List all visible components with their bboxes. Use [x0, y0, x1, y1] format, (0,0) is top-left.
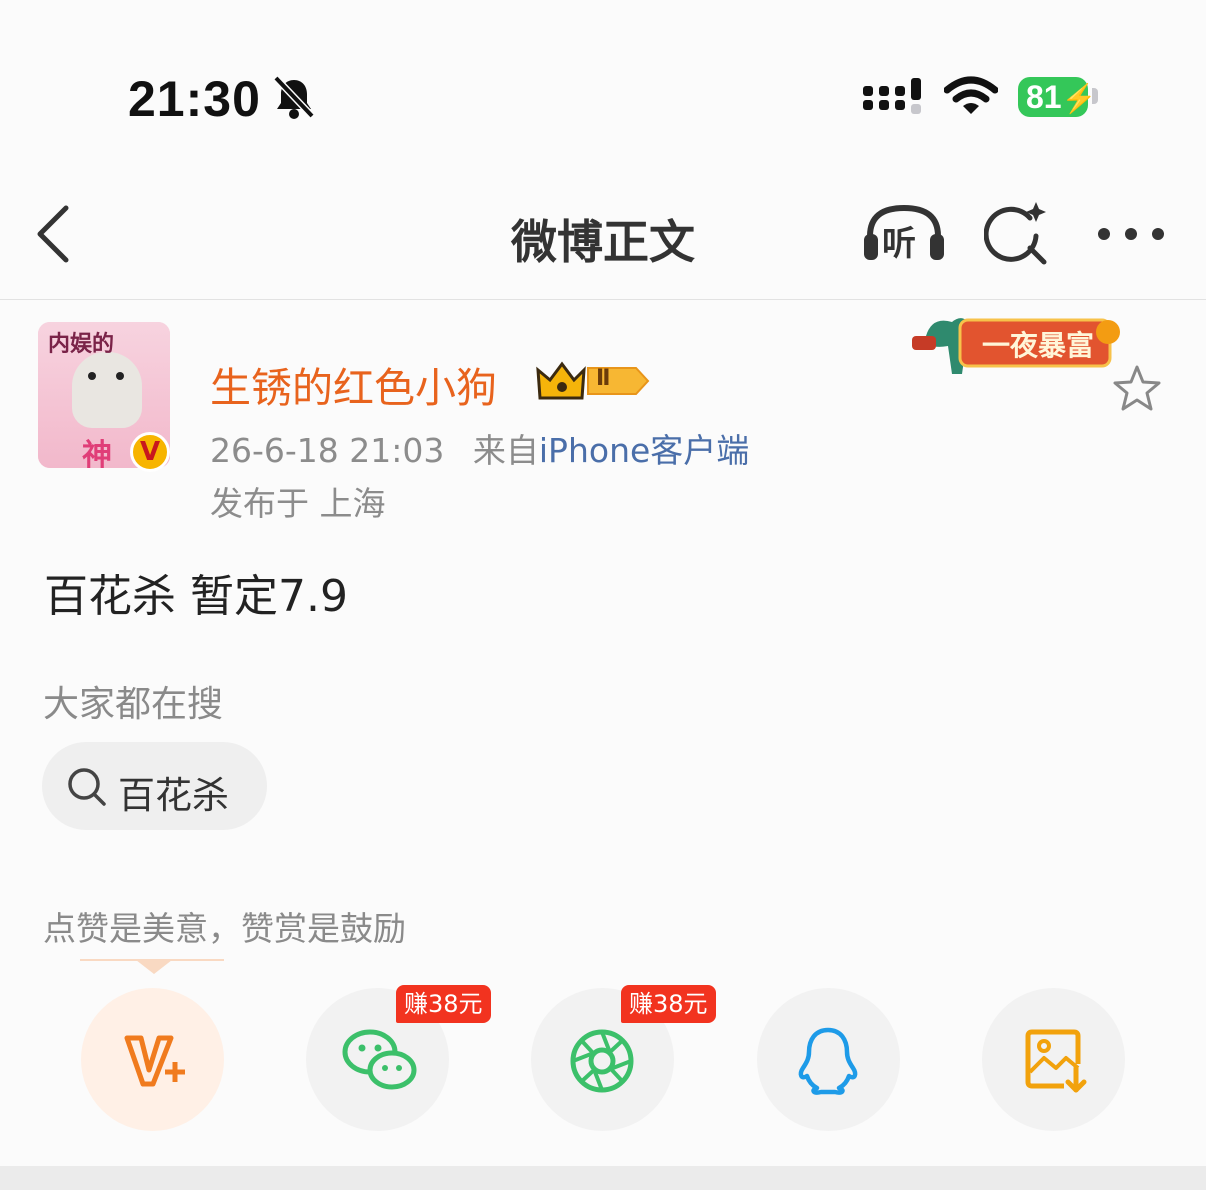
nav-divider [0, 299, 1206, 300]
battery-level: 81⚡ [1018, 77, 1096, 117]
vplus-reward-icon [124, 1035, 185, 1087]
status-time: 21:30 [128, 71, 261, 127]
avatar-eye-right [116, 372, 124, 380]
bell-slash-icon [273, 75, 315, 119]
avatar-text-top: 内娱的 [48, 332, 115, 357]
listen-label: 听 [882, 224, 916, 264]
fortune-banner: 一夜暴富 [912, 306, 1126, 378]
save-image-icon [1025, 1029, 1087, 1093]
signal-icon [863, 78, 921, 114]
wifi-icon [944, 76, 998, 114]
reward-tip: 点赞是美意，赞赏是鼓励 [43, 909, 406, 948]
post-source-link[interactable]: iPhone客户端 [539, 431, 749, 470]
avatar-eye-left [88, 372, 96, 380]
battery-cap [1092, 88, 1098, 104]
post-text: 百花杀 暂定7.9 [44, 571, 348, 622]
moments-earn-badge: 赚38元 [621, 985, 716, 1023]
banner-text: 一夜暴富 [982, 329, 1095, 362]
post-meta: 26-6-18 21:03 来自iPhone客户端 [210, 424, 749, 472]
post-date: 26-6-18 21:03 [210, 431, 445, 470]
qq-share-button[interactable] [757, 988, 900, 1131]
search-icon [68, 768, 106, 806]
vplus-reward-button[interactable] [81, 988, 224, 1131]
listen-button[interactable]: 听 [862, 200, 946, 264]
more-dots-icon[interactable] [1096, 224, 1166, 244]
wechat-moments-icon [570, 1029, 634, 1093]
qq-icon [798, 1027, 858, 1095]
bottom-separator [0, 1166, 1206, 1190]
ai-search-icon[interactable] [984, 200, 1050, 266]
avatar-text-bottom: 神 [82, 438, 112, 468]
author-name[interactable]: 生锈的红色小狗 [210, 354, 497, 414]
source-prefix: 来自 [472, 431, 539, 470]
trending-search-label: 大家都在搜 [43, 684, 224, 725]
post-location: 发布于 上海 [210, 484, 386, 523]
verified-badge: V [130, 432, 170, 472]
tip-pointer [136, 960, 172, 974]
search-chip-label[interactable]: 百花杀 [118, 765, 229, 819]
wechat-earn-badge: 赚38元 [396, 985, 491, 1023]
crown-icon [536, 361, 650, 400]
save-image-button[interactable] [982, 988, 1125, 1131]
level-badge-text: Ⅱ [596, 366, 611, 391]
member-level-badge[interactable]: Ⅱ [536, 360, 652, 402]
wechat-icon [342, 1029, 417, 1090]
favorite-star-icon[interactable] [1112, 364, 1162, 412]
avatar-animal [72, 352, 142, 428]
